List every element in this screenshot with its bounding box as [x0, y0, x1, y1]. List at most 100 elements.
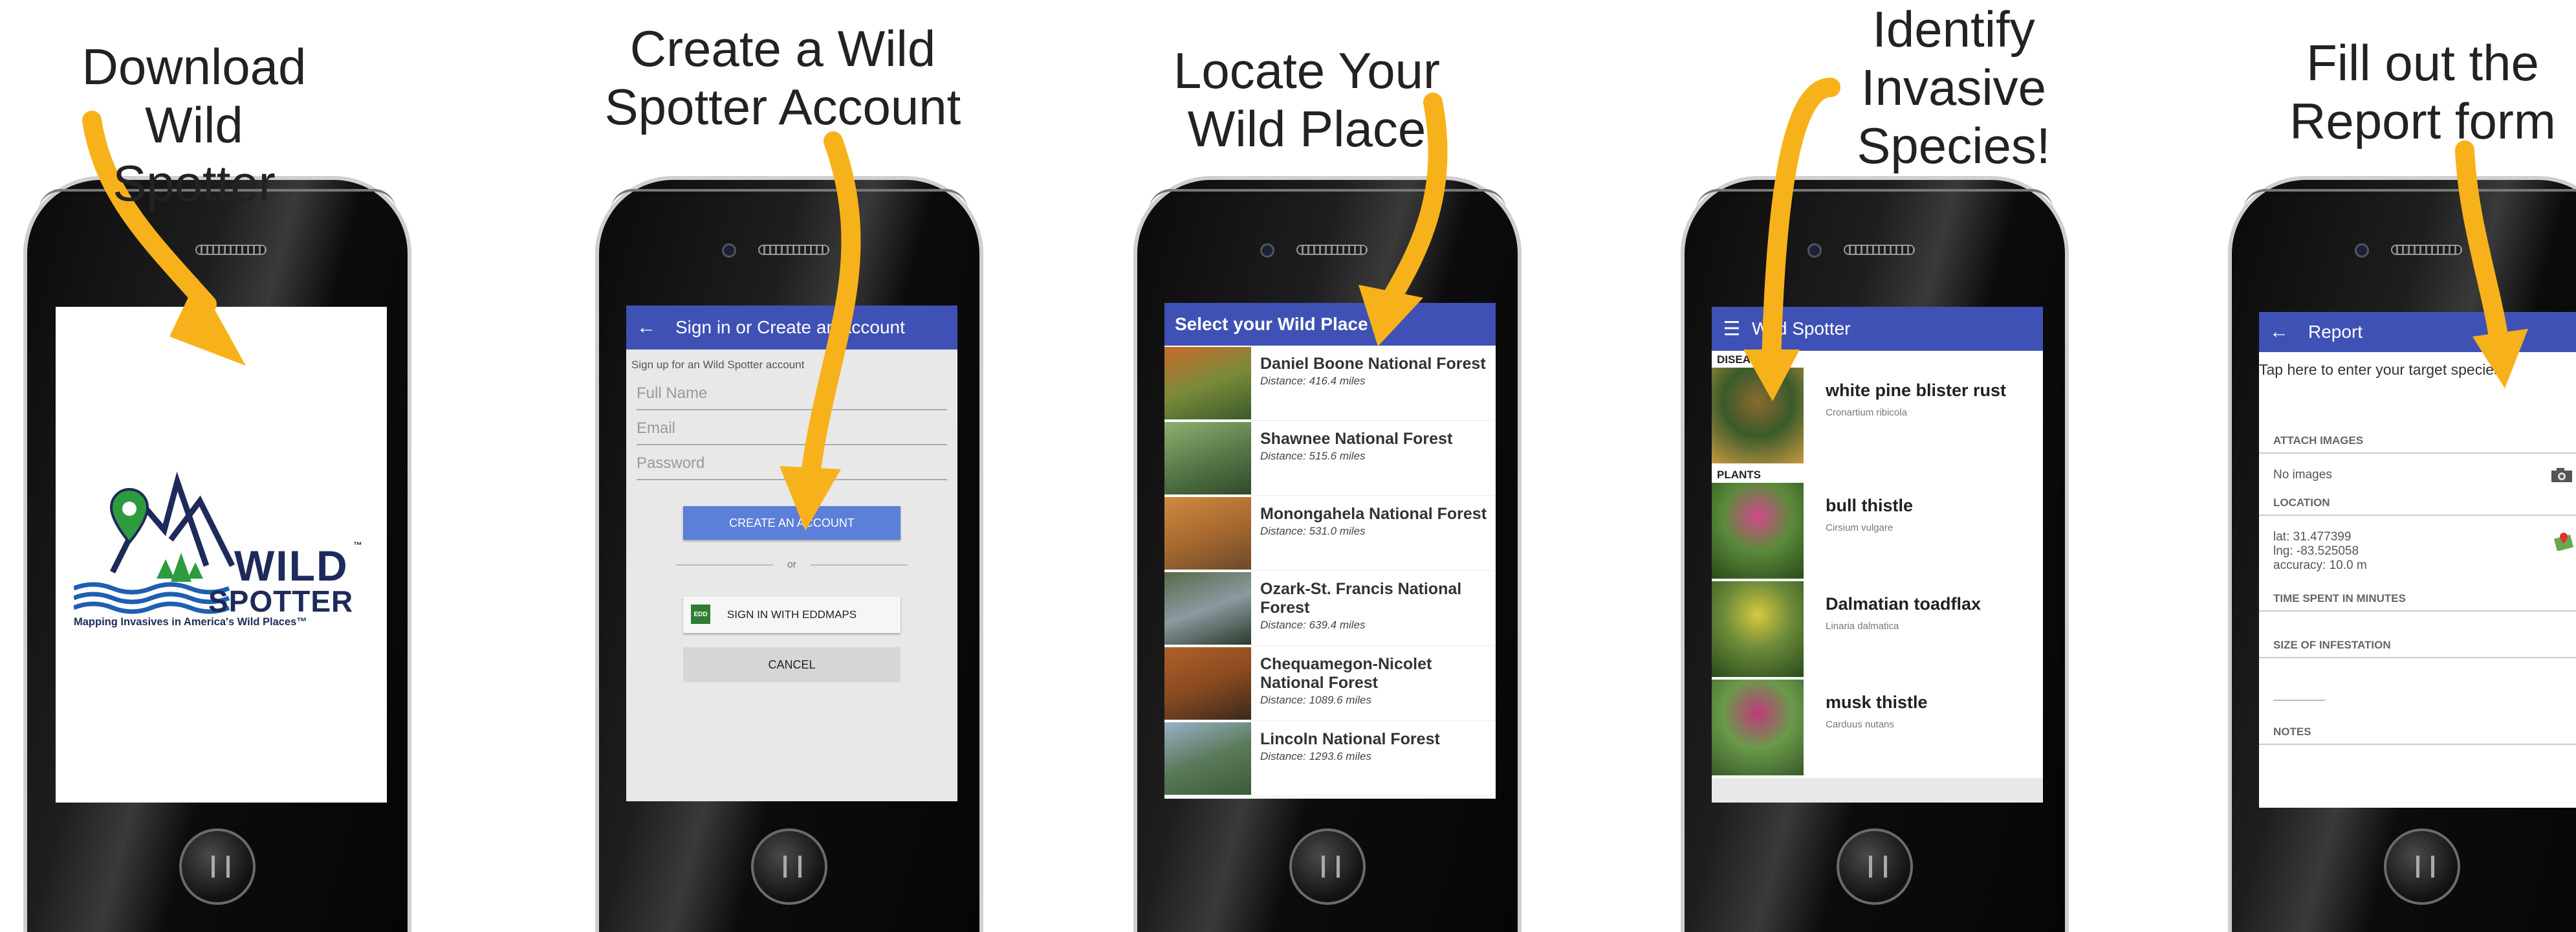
- phone-places: Select your Wild Place Daniel Boone Nati…: [1133, 176, 1522, 932]
- signin-appbar: ← Sign in or Create an account: [626, 305, 957, 350]
- home-button[interactable]: [1289, 828, 1366, 905]
- location-row[interactable]: lat: 31.477399 lng: -83.525058 accuracy:…: [2259, 516, 2576, 588]
- camera-icon[interactable]: [2550, 467, 2573, 483]
- place-distance: Distance: 1293.6 miles: [1260, 750, 1371, 762]
- step-caption-locate-place: Locate Your Wild Place: [1173, 42, 1441, 157]
- place-info: Shawnee National Forest Distance: 515.6 m…: [1251, 421, 1459, 495]
- species-appbar: ☰ Wild Spotter: [1712, 307, 2043, 351]
- front-camera: [1260, 243, 1274, 258]
- phone-speaker: [1844, 245, 1915, 255]
- logo-tm-mark: ™: [353, 540, 362, 550]
- password-field[interactable]: Password: [637, 454, 947, 480]
- hamburger-menu-icon[interactable]: ☰: [1722, 318, 1741, 340]
- place-list-item[interactable]: Shawnee National Forest Distance: 515.6 m…: [1164, 421, 1496, 496]
- places-appbar: Select your Wild Place: [1164, 303, 1496, 346]
- species-scientific-name: Cronartium ribicola: [1826, 407, 1907, 418]
- attach-images-label: ATTACH IMAGES: [2259, 434, 2576, 454]
- place-info: Daniel Boone National Forest Distance: 41…: [1251, 346, 1492, 420]
- place-name: Chequamegon-Nicolet National Forest: [1260, 655, 1432, 692]
- place-info: Monongahela National Forest Distance: 531…: [1251, 496, 1493, 570]
- place-list-item[interactable]: Lincoln National Forest Distance: 1293.6 …: [1164, 721, 1496, 796]
- species-scientific-name: Linaria dalmatica: [1826, 621, 1899, 632]
- species-list-item[interactable]: musk thistle Carduus nutans: [1712, 680, 2043, 778]
- splash-screen: WILD ™ SPOTTER Mapping Invasives in Amer…: [56, 307, 387, 803]
- species-app-title: Wild Spotter: [1752, 318, 1851, 338]
- species-info: musk thistle Carduus nutans: [1804, 680, 1937, 778]
- email-field[interactable]: Email: [637, 419, 947, 445]
- species-photo: [1712, 680, 1804, 775]
- or-divider: or: [626, 559, 957, 571]
- plants-section-header: PLANTS: [1712, 466, 2043, 483]
- species-list-item[interactable]: bull thistle Cirsium vulgare: [1712, 483, 2043, 581]
- accuracy-value: accuracy: 10.0 m: [2273, 559, 2367, 572]
- phone-speaker: [195, 245, 267, 255]
- home-button[interactable]: [2384, 828, 2460, 905]
- divider-line: [675, 564, 773, 566]
- cancel-button[interactable]: CANCEL: [683, 647, 901, 682]
- report-appbar: ← Report: [2259, 312, 2576, 352]
- step-caption-create-account: Create a Wild Spotter Account: [604, 20, 961, 135]
- or-text: or: [787, 559, 797, 570]
- sign-in-eddmaps-button[interactable]: EDD SIGN IN WITH EDDMAPS: [683, 597, 901, 633]
- place-name: Daniel Boone National Forest: [1260, 355, 1486, 373]
- places-list: Daniel Boone National Forest Distance: 41…: [1164, 346, 1496, 796]
- map-pin-icon[interactable]: [2554, 531, 2573, 551]
- attach-images-row[interactable]: No images: [2259, 454, 2576, 496]
- eddmaps-button-label: SIGN IN WITH EDDMAPS: [726, 608, 857, 621]
- step-caption-report-form: Fill out the Report form: [2289, 34, 2556, 150]
- logo-tagline: Mapping Invasives in America's Wild Plac…: [74, 616, 307, 628]
- places-title: Select your Wild Place: [1175, 314, 1368, 334]
- places-screen: Select your Wild Place Daniel Boone Nati…: [1164, 303, 1496, 799]
- species-list-item[interactable]: white pine blister rust Cronartium ribico…: [1712, 368, 2043, 466]
- target-species-input[interactable]: Tap here to enter your target species: [2259, 352, 2576, 379]
- step-caption-download: Download Wild Spotter: [82, 38, 307, 212]
- home-button[interactable]: [1837, 828, 1913, 905]
- species-common-name: Dalmatian toadflax: [1826, 594, 1981, 614]
- species-info: bull thistle Cirsium vulgare: [1804, 483, 1922, 581]
- species-screen: ☰ Wild Spotter DISEASES white pine blist…: [1712, 307, 2043, 803]
- latitude-value: lat: 31.477399: [2273, 530, 2352, 544]
- phone-download: WILD ™ SPOTTER Mapping Invasives in Amer…: [23, 176, 411, 932]
- time-spent-input[interactable]: [2259, 612, 2576, 639]
- place-distance: Distance: 639.4 miles: [1260, 619, 1366, 631]
- divider-line: [811, 564, 908, 566]
- place-list-item[interactable]: Monongahela National Forest Distance: 531…: [1164, 496, 1496, 571]
- location-label: LOCATION: [2259, 496, 2576, 516]
- eddmaps-logo-icon: EDD: [691, 605, 710, 624]
- place-name: Monongahela National Forest: [1260, 505, 1487, 523]
- notes-label: NOTES: [2259, 726, 2576, 745]
- place-info: Lincoln National Forest Distance: 1293.6 …: [1251, 721, 1446, 795]
- size-infestation-label: SIZE OF INFESTATION: [2259, 639, 2576, 658]
- place-list-item[interactable]: Ozark-St. Francis National Forest Distanc…: [1164, 571, 1496, 646]
- place-list-item[interactable]: Chequamegon-Nicolet National Forest Dista…: [1164, 646, 1496, 721]
- front-camera: [722, 243, 736, 258]
- species-photo: [1712, 483, 1804, 579]
- phone-speaker: [758, 245, 829, 255]
- phone-speaker: [2391, 245, 2462, 255]
- place-info: Ozark-St. Francis National Forest Distanc…: [1251, 571, 1496, 645]
- place-photo: [1164, 422, 1251, 494]
- report-screen: ← Report Tap here to enter your target s…: [2259, 312, 2576, 808]
- back-arrow-icon[interactable]: ←: [2269, 321, 2289, 343]
- wild-spotter-logo: WILD ™ SPOTTER Mapping Invasives in Amer…: [72, 469, 371, 637]
- signup-helper-text: Sign up for an Wild Spotter account: [631, 359, 805, 371]
- home-button[interactable]: [179, 828, 256, 905]
- species-common-name: bull thistle: [1826, 496, 1913, 515]
- phone-species: ☰ Wild Spotter DISEASES white pine blist…: [1681, 176, 2069, 932]
- home-button[interactable]: [751, 828, 827, 905]
- step-caption-identify-species: Identify Invasive Species!: [1857, 1, 2051, 174]
- size-infestation-input[interactable]: [2259, 658, 2576, 710]
- back-arrow-icon[interactable]: ←: [637, 316, 656, 338]
- place-list-item[interactable]: Daniel Boone National Forest Distance: 41…: [1164, 346, 1496, 421]
- logo-spotter-text: SPOTTER: [208, 584, 354, 618]
- full-name-field[interactable]: Full Name: [637, 384, 947, 410]
- front-camera: [1807, 243, 1822, 258]
- species-list-item[interactable]: Dalmatian toadflax Linaria dalmatica: [1712, 581, 2043, 680]
- create-account-button[interactable]: CREATE AN ACCOUNT: [683, 506, 901, 540]
- place-photo: [1164, 497, 1251, 570]
- size-underline: [2273, 700, 2325, 701]
- species-info: white pine blister rust Cronartium ribico…: [1804, 368, 2015, 466]
- place-photo: [1164, 647, 1251, 720]
- phone-report: ← Report Tap here to enter your target s…: [2228, 176, 2576, 932]
